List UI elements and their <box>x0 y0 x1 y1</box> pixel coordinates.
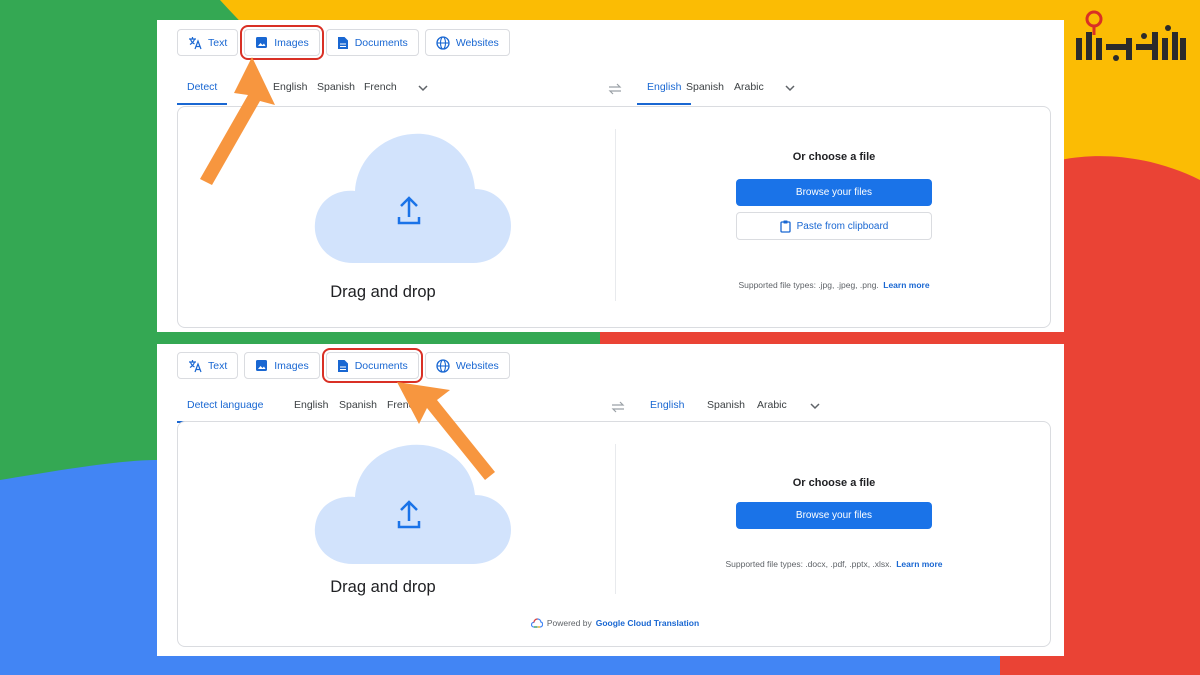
mode-images-button[interactable]: Images <box>244 352 320 379</box>
choose-file-text: Or choose a file <box>616 477 1052 489</box>
supported-file-types-text: Supported file types: .jpg, .jpeg, .png. <box>738 280 879 290</box>
mode-tabs: Text Images Documents Websites <box>177 348 510 383</box>
drag-and-drop-text: Drag and drop <box>330 578 436 596</box>
annotation-arrow-documents <box>397 382 495 480</box>
source-lang-french[interactable]: French <box>364 75 397 105</box>
keyhole-logo-icon <box>1076 10 1186 61</box>
google-cloud-icon <box>530 618 543 628</box>
powered-by-brand-link[interactable]: Google Cloud Translation <box>596 618 699 628</box>
translate-icon <box>189 36 202 49</box>
images-translate-panel: Text Images Documents Websites Detect En… <box>157 20 1064 332</box>
swap-languages-icon[interactable] <box>607 83 623 95</box>
mode-websites-button[interactable]: Websites <box>424 29 510 56</box>
language-bar: Detect English Spanish French English Sp… <box>177 75 1064 107</box>
globe-icon <box>436 35 450 50</box>
mode-websites-label: Websites <box>455 36 499 49</box>
clipboard-icon <box>779 220 791 233</box>
learn-more-link[interactable]: Learn more <box>896 559 942 569</box>
mode-text-button[interactable]: Text <box>177 352 239 379</box>
target-lang-english[interactable]: English <box>637 75 692 105</box>
site-logo <box>1072 8 1190 73</box>
swap-languages-icon[interactable] <box>610 401 626 413</box>
paste-wrap: Paste from clipboard <box>616 212 1052 240</box>
source-lang-spanish[interactable]: Spanish <box>339 393 377 423</box>
document-icon <box>337 36 348 49</box>
supported-file-types-text: Supported file types: .docx, .pdf, .pptx… <box>725 559 892 569</box>
paste-from-clipboard-button[interactable]: Paste from clipboard <box>736 212 932 240</box>
source-lang-spanish[interactable]: Spanish <box>317 75 355 105</box>
drop-zone[interactable]: Drag and drop Or choose a file Browse yo… <box>177 106 1051 328</box>
choose-file-heading: Or choose a file <box>792 477 876 489</box>
powered-by: Powered by Google Cloud Translation <box>178 618 1052 628</box>
chevron-down-icon[interactable] <box>784 83 796 93</box>
target-lang-arabic[interactable]: Arabic <box>757 393 787 423</box>
mode-websites-label: Websites <box>455 359 499 372</box>
translate-icon <box>189 359 202 372</box>
mode-websites-button[interactable]: Websites <box>424 352 510 379</box>
browse-wrap: Browse your files <box>616 502 1052 529</box>
mode-text-button[interactable]: Text <box>177 29 239 56</box>
browse-files-button[interactable]: Browse your files <box>736 502 932 529</box>
chevron-down-icon[interactable] <box>417 83 429 93</box>
target-lang-spanish[interactable]: Spanish <box>707 393 745 423</box>
paste-label: Paste from clipboard <box>796 220 889 232</box>
annotation-arrow-images <box>200 57 275 185</box>
mode-text-label: Text <box>208 359 228 372</box>
image-icon <box>256 360 268 371</box>
target-lang-spanish[interactable]: Spanish <box>686 75 724 105</box>
mode-documents-button[interactable]: Documents <box>325 29 419 56</box>
mode-tabs: Text Images Documents Websites <box>177 25 510 60</box>
browse-wrap: Browse your files <box>616 179 1052 206</box>
mode-text-label: Text <box>208 36 228 49</box>
drag-and-drop-text: Drag and drop <box>330 283 436 301</box>
browse-files-button[interactable]: Browse your files <box>736 179 932 206</box>
documents-translate-panel: Text Images Documents Websites Detect la… <box>157 344 1064 656</box>
mode-images-button[interactable]: Images <box>240 25 324 60</box>
globe-icon <box>436 358 450 373</box>
upload-cloud-icon <box>314 133 511 263</box>
chevron-down-icon[interactable] <box>809 401 821 411</box>
source-lang-english[interactable]: English <box>294 393 328 423</box>
supported-types: Supported file types: .docx, .pdf, .pptx… <box>616 554 1052 572</box>
mode-documents-label: Documents <box>354 359 408 372</box>
target-lang-arabic[interactable]: Arabic <box>734 75 764 105</box>
choose-file-heading: Or choose a file <box>792 151 876 163</box>
image-icon <box>256 37 268 48</box>
mode-images-label: Images <box>274 359 309 372</box>
mode-documents-label: Documents <box>354 36 408 49</box>
target-lang-english[interactable]: English <box>640 393 695 423</box>
mode-documents-button[interactable]: Documents <box>321 348 423 383</box>
mode-images-label: Images <box>274 36 309 49</box>
drop-zone[interactable]: Drag and drop Or choose a file Browse yo… <box>177 421 1051 647</box>
supported-types: Supported file types: .jpg, .jpeg, .png.… <box>616 275 1052 293</box>
powered-by-prefix: Powered by <box>546 618 592 628</box>
learn-more-link[interactable]: Learn more <box>883 280 929 290</box>
document-icon <box>337 359 348 372</box>
source-lang-detect[interactable]: Detect language <box>177 393 274 423</box>
choose-file-text: Or choose a file <box>616 151 1052 163</box>
